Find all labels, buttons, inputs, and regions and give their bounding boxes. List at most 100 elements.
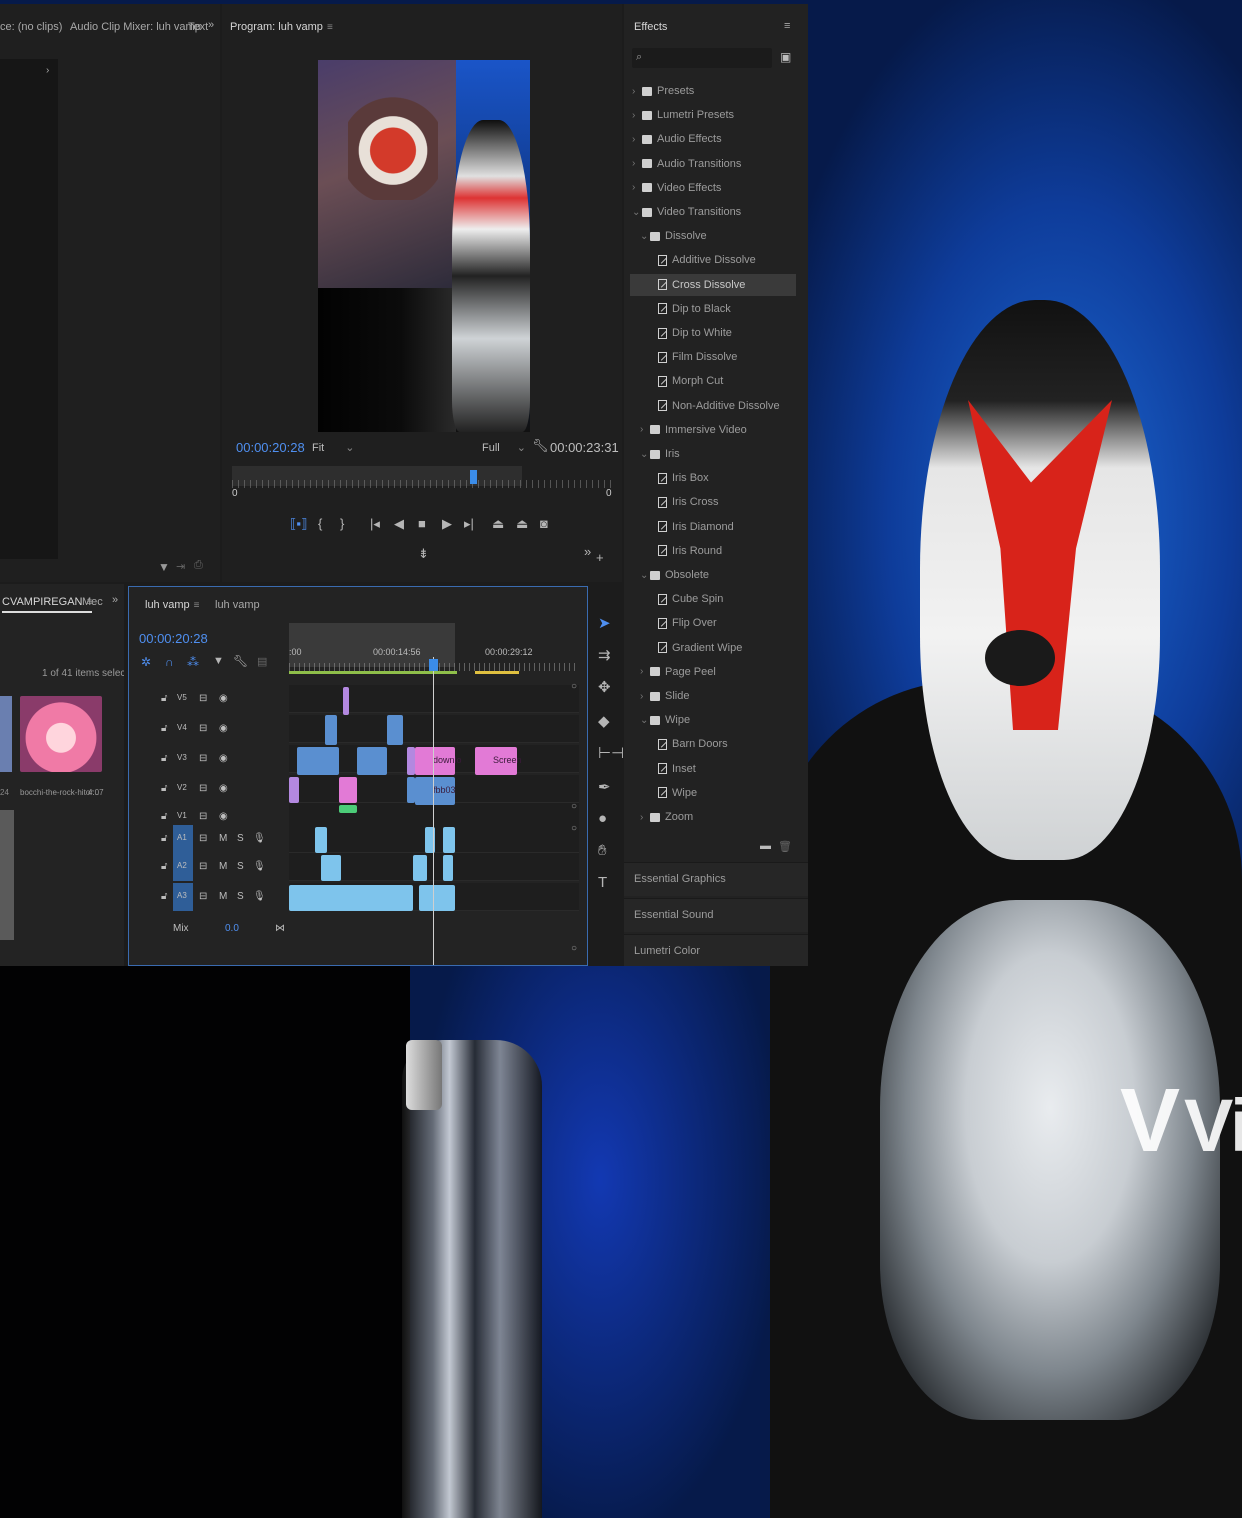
chevron-right-icon[interactable]: › bbox=[46, 65, 49, 76]
panel-menu-icon[interactable]: ≡ bbox=[784, 20, 790, 32]
effect-row[interactable]: › Page Peel bbox=[640, 661, 794, 683]
essential-graphics-panel[interactable]: Essential Graphics bbox=[624, 862, 808, 896]
panel-overflow-icon[interactable]: » bbox=[208, 19, 214, 31]
sync-lock-icon[interactable]: ⊟ bbox=[199, 833, 207, 844]
sync-lock-icon[interactable]: ⊟ bbox=[199, 723, 207, 734]
chevron-right-icon[interactable]: › bbox=[640, 666, 650, 677]
chevron-down-icon[interactable]: ⌄ bbox=[640, 570, 650, 581]
new-folder-icon[interactable]: ▬ bbox=[760, 840, 771, 852]
nest-icon[interactable]: ✲ bbox=[141, 655, 151, 669]
video-clip[interactable] bbox=[387, 715, 403, 745]
chevron-right-icon[interactable]: › bbox=[640, 424, 650, 435]
eye-icon[interactable]: ◉ bbox=[219, 783, 228, 794]
fit-dropdown[interactable]: Fit ⌄ bbox=[312, 441, 355, 454]
sync-lock-icon[interactable]: ⊟ bbox=[199, 891, 207, 902]
mute-icon[interactable]: M bbox=[219, 833, 227, 844]
chevron-down-icon[interactable]: ⌄ bbox=[640, 449, 650, 460]
video-clip[interactable]: Screen bbox=[475, 747, 522, 775]
lift-icon[interactable]: ⏏ bbox=[492, 516, 504, 532]
sync-lock-icon[interactable]: ⊟ bbox=[199, 783, 207, 794]
captions-icon[interactable]: ▤ bbox=[257, 655, 267, 668]
tab-source[interactable]: ce: (no clips) bbox=[0, 21, 62, 33]
eye-icon[interactable]: ◉ bbox=[219, 811, 228, 822]
project-scrollbar[interactable] bbox=[0, 810, 14, 940]
program-current-timecode[interactable]: 00:00:20:28 bbox=[236, 440, 305, 455]
scroll-handle-icon[interactable]: ○ bbox=[571, 801, 577, 812]
chevron-right-icon[interactable]: › bbox=[632, 182, 642, 193]
lock-icon[interactable]: 🔓︎ bbox=[161, 783, 167, 794]
add-marker-icon[interactable]: ⟦▪⟧ bbox=[290, 516, 307, 532]
track-select-tool-icon[interactable]: ⇉ bbox=[598, 646, 611, 664]
effect-row[interactable]: › Presets bbox=[632, 80, 794, 102]
tab-media[interactable]: Mec bbox=[82, 596, 103, 608]
track-label[interactable]: V1 bbox=[177, 811, 187, 820]
go-to-end-icon[interactable]: ⋈ bbox=[275, 923, 285, 934]
tab-text[interactable]: Text bbox=[188, 21, 208, 33]
timeline-timecode[interactable]: 00:00:20:28 bbox=[139, 631, 208, 646]
solo-icon[interactable]: S bbox=[237, 833, 244, 844]
effect-row[interactable]: › Audio Transitions bbox=[632, 153, 794, 175]
scroll-handle-icon[interactable]: ○ bbox=[571, 943, 577, 954]
chevron-right-icon[interactable]: › bbox=[640, 691, 650, 702]
linked-selection-icon[interactable]: ⁂ bbox=[187, 655, 199, 669]
wrench-icon[interactable]: 🔧︎ bbox=[532, 438, 549, 454]
audio-clip[interactable] bbox=[315, 827, 327, 853]
insert-icon[interactable]: ⇥ bbox=[176, 560, 185, 573]
effect-row[interactable]: Barn Doors bbox=[648, 733, 794, 755]
microphone-icon[interactable]: 🎙︎ bbox=[253, 861, 266, 872]
sync-lock-icon[interactable]: ⊟ bbox=[199, 861, 207, 872]
program-playhead[interactable] bbox=[469, 470, 477, 484]
tab-timeline-2[interactable]: luh vamp bbox=[215, 599, 260, 611]
quality-dropdown[interactable]: Full ⌄ bbox=[482, 441, 526, 454]
effect-row[interactable]: › Immersive Video bbox=[640, 419, 794, 441]
eye-icon[interactable]: ◉ bbox=[219, 753, 228, 764]
new-bin-icon[interactable]: ▣ bbox=[780, 50, 791, 64]
audio-clip[interactable] bbox=[413, 855, 427, 881]
effect-row[interactable]: Non-Additive Dissolve bbox=[648, 395, 794, 417]
ripple-edit-tool-icon[interactable]: ✥ bbox=[598, 678, 611, 696]
effect-row[interactable]: ⌄ Dissolve bbox=[640, 225, 794, 247]
export-frame-icon[interactable]: ◙ bbox=[540, 516, 548, 531]
video-clip[interactable] bbox=[339, 805, 357, 813]
audio-clip[interactable] bbox=[321, 855, 341, 881]
solo-icon[interactable]: S bbox=[237, 891, 244, 902]
go-to-out-icon[interactable]: ▸| bbox=[464, 516, 474, 532]
lock-icon[interactable]: 🔓︎ bbox=[161, 811, 167, 822]
export-icon[interactable]: ⎙ bbox=[194, 559, 203, 572]
video-clip[interactable]: fbb03 bbox=[415, 777, 456, 805]
lock-icon[interactable]: 🔓︎ bbox=[161, 891, 167, 902]
effect-row[interactable]: ⌄ Wipe bbox=[640, 709, 794, 731]
solo-icon[interactable]: S bbox=[237, 861, 244, 872]
sync-lock-icon[interactable]: ⊟ bbox=[199, 693, 207, 704]
effects-search-input[interactable]: ⌕ bbox=[632, 48, 772, 68]
chevron-right-icon[interactable]: › bbox=[632, 86, 642, 97]
effect-row[interactable]: Morph Cut bbox=[648, 370, 794, 392]
tab-audio-clip-mixer[interactable]: Audio Clip Mixer: luh vamp bbox=[70, 21, 201, 33]
chevron-right-icon[interactable]: › bbox=[632, 110, 642, 121]
go-to-in-icon[interactable]: |◂ bbox=[370, 516, 380, 532]
track-label[interactable]: A1 bbox=[177, 833, 187, 842]
audio-clip[interactable] bbox=[443, 855, 453, 881]
track-label[interactable]: V3 bbox=[177, 753, 187, 762]
effect-row[interactable]: Dip to Black bbox=[648, 298, 794, 320]
ellipse-tool-icon[interactable]: ● bbox=[598, 810, 607, 827]
effect-row[interactable]: Inset bbox=[648, 758, 794, 780]
effect-row[interactable]: Iris Box bbox=[648, 467, 794, 489]
trim-icon[interactable]: ⇟ bbox=[418, 546, 429, 562]
effect-row[interactable]: Additive Dissolve bbox=[648, 249, 794, 271]
video-clip[interactable] bbox=[289, 777, 299, 803]
sync-lock-icon[interactable]: ⊟ bbox=[199, 811, 207, 822]
mark-in-icon[interactable]: { bbox=[318, 516, 322, 531]
mix-volume-value[interactable]: 0.0 bbox=[225, 923, 239, 934]
eye-icon[interactable]: ◉ bbox=[219, 723, 228, 734]
video-clip[interactable] bbox=[357, 747, 387, 775]
effect-row[interactable]: Iris Diamond bbox=[648, 516, 794, 538]
microphone-icon[interactable]: 🎙︎ bbox=[253, 833, 266, 844]
extract-icon[interactable]: ⏏ bbox=[516, 516, 528, 532]
marker-icon[interactable]: ▼ bbox=[213, 655, 224, 667]
video-clip[interactable] bbox=[297, 747, 339, 775]
effect-row[interactable]: ⌄ Iris bbox=[640, 443, 794, 465]
clip-thumbnail-partial[interactable] bbox=[0, 696, 12, 772]
lock-icon[interactable]: 🔓︎ bbox=[161, 861, 167, 872]
type-tool-icon[interactable]: T bbox=[598, 874, 607, 891]
